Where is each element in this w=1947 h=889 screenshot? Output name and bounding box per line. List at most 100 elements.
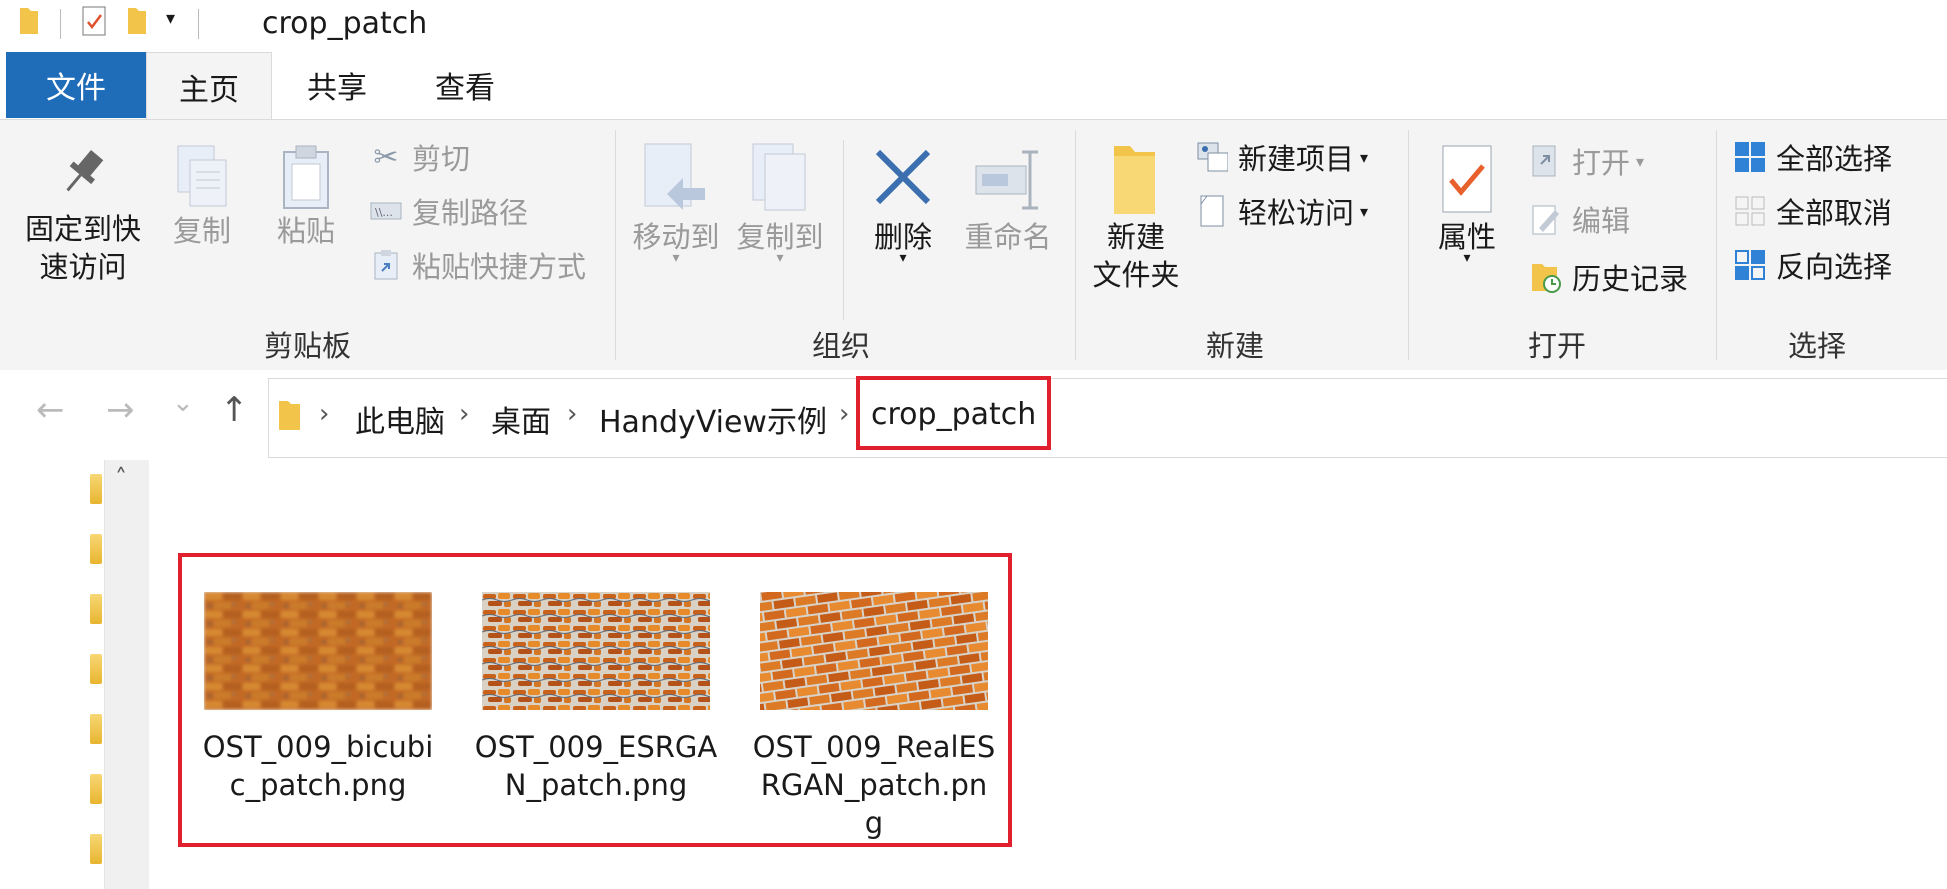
navigation-pane-scrollbar[interactable]: ˄ xyxy=(104,460,149,889)
rename-button[interactable]: 重命名 xyxy=(958,142,1058,256)
move-to-icon xyxy=(644,143,705,210)
paste-button[interactable]: 粘贴 xyxy=(264,142,348,250)
copy-label: 复制 xyxy=(172,214,231,248)
file-name: OST_009_ESRGAN_patch.png xyxy=(474,730,718,802)
group-separator xyxy=(1716,130,1717,360)
properties-button[interactable]: 属性 ▾ xyxy=(1424,142,1510,266)
image-thumbnail xyxy=(760,592,988,710)
clipboard-group-label: 剪贴板 xyxy=(264,329,352,363)
file-item-realesrgan[interactable]: OST_009_RealESRGAN_patch.png xyxy=(744,592,1004,842)
folder-icon[interactable] xyxy=(90,594,102,624)
pin-icon xyxy=(66,150,104,192)
chevron-right-icon: › xyxy=(459,399,470,429)
invert-selection-label: 反向选择 xyxy=(1776,250,1893,284)
new-item-icon xyxy=(1196,141,1228,173)
tab-view[interactable]: 查看 xyxy=(410,52,520,118)
separator xyxy=(843,140,844,320)
folder-icon[interactable] xyxy=(90,714,102,744)
select-all-button[interactable]: 全部选择 xyxy=(1734,136,1892,178)
select-none-label: 全部取消 xyxy=(1776,196,1893,230)
edit-icon xyxy=(1530,203,1562,235)
delete-button[interactable]: 删除 ▾ xyxy=(860,142,946,266)
delete-x-icon xyxy=(875,149,931,205)
edit-label: 编辑 xyxy=(1572,204,1631,238)
folder-icon[interactable] xyxy=(90,834,102,864)
cut-label: 剪切 xyxy=(412,142,471,176)
scroll-up-chevron-icon[interactable]: ˄ xyxy=(115,464,127,492)
history-icon xyxy=(1530,261,1562,293)
separator xyxy=(60,9,61,39)
title-bar: ▾ crop_patch xyxy=(0,0,1947,48)
paste-shortcut-button[interactable]: 粘贴快捷方式 xyxy=(370,244,586,286)
tab-home[interactable]: 主页 xyxy=(146,52,272,120)
pin-quick-access-button[interactable]: 固定到快 速访问 xyxy=(18,142,148,286)
folder-icon xyxy=(1114,146,1155,214)
open-button[interactable]: 打开 ▾ xyxy=(1530,140,1644,182)
navigation-bar: ← → ⌄ ↑ › 此电脑 › 桌面 › HandyView示例 › crop_… xyxy=(0,370,1947,460)
select-none-button[interactable]: 全部取消 xyxy=(1734,190,1892,232)
folder-icon[interactable] xyxy=(90,474,102,504)
chevron-right-icon: › xyxy=(567,399,578,429)
chevron-right-icon: › xyxy=(839,399,850,429)
dropdown-arrow-icon: ▾ xyxy=(1360,201,1369,221)
properties-quick-icon[interactable] xyxy=(82,6,106,36)
copy-path-button[interactable]: \\... 复制路径 xyxy=(370,190,528,232)
new-group-label: 新建 xyxy=(1206,329,1265,363)
highlight-box-breadcrumb xyxy=(856,376,1051,450)
tab-file[interactable]: 文件 xyxy=(6,52,146,118)
cut-button[interactable]: ✂ 剪切 xyxy=(370,136,470,178)
address-bar[interactable]: › 此电脑 › 桌面 › HandyView示例 › crop_patch xyxy=(268,378,1947,458)
image-thumbnail xyxy=(482,592,710,710)
invert-selection-button[interactable]: 反向选择 xyxy=(1734,244,1892,286)
open-icon xyxy=(1530,145,1562,177)
file-item-bicubic[interactable]: OST_009_bicubic_patch.png xyxy=(188,592,448,804)
open-group-label: 打开 xyxy=(1528,329,1587,363)
group-separator xyxy=(615,130,616,360)
dropdown-arrow-icon: ▾ xyxy=(1636,151,1645,171)
separator xyxy=(198,9,199,39)
customize-quick-access-icon[interactable]: ▾ xyxy=(166,8,175,29)
scissors-icon: ✂ xyxy=(373,139,399,175)
new-folder-button[interactable]: 新建 文件夹 xyxy=(1088,142,1184,294)
rename-icon xyxy=(975,150,1038,210)
dropdown-arrow-icon: ▾ xyxy=(1463,250,1471,266)
breadcrumb-desktop[interactable]: 桌面 xyxy=(491,397,551,441)
breadcrumb-this-pc[interactable]: 此电脑 xyxy=(355,397,445,441)
breadcrumb-handyview-examples[interactable]: HandyView示例 xyxy=(599,397,827,441)
back-arrow-icon[interactable]: ← xyxy=(36,390,65,430)
select-all-label: 全部选择 xyxy=(1776,142,1893,176)
folder-icon[interactable] xyxy=(90,654,102,684)
move-to-button[interactable]: 移动到 ▾ xyxy=(628,142,724,266)
copy-to-icon xyxy=(752,143,806,211)
new-folder-quick-icon[interactable] xyxy=(126,6,148,36)
easy-access-button[interactable]: 轻松访问 ▾ xyxy=(1196,190,1368,232)
recent-locations-chevron-icon[interactable]: ⌄ xyxy=(172,388,194,418)
chevron-right-icon: › xyxy=(319,399,330,429)
organize-group-label: 组织 xyxy=(812,329,871,363)
paste-icon xyxy=(283,145,329,209)
file-item-esrgan[interactable]: OST_009_ESRGAN_patch.png xyxy=(466,592,726,804)
rename-label: 重命名 xyxy=(964,220,1052,254)
group-separator xyxy=(1408,130,1409,360)
group-separator xyxy=(1075,130,1076,360)
copy-path-label: 复制路径 xyxy=(412,196,529,230)
copy-to-button[interactable]: 复制到 ▾ xyxy=(732,142,828,266)
history-label: 历史记录 xyxy=(1572,262,1689,296)
forward-arrow-icon[interactable]: → xyxy=(106,390,135,430)
copy-path-icon: \\... xyxy=(370,195,402,227)
paste-shortcut-icon xyxy=(370,249,402,281)
new-item-button[interactable]: 新建项目 ▾ xyxy=(1196,136,1368,178)
folder-icon[interactable] xyxy=(90,534,102,564)
open-label: 打开 xyxy=(1572,146,1631,180)
new-folder-label-line2: 文件夹 xyxy=(1092,258,1180,292)
copy-button[interactable]: 复制 xyxy=(160,142,244,250)
folder-icon[interactable] xyxy=(90,774,102,804)
select-all-icon xyxy=(1734,141,1766,173)
ribbon: 固定到快 速访问 复制 粘贴 ✂ 剪切 \\... 复制路径 粘贴快捷方式 剪贴… xyxy=(0,119,1947,371)
up-arrow-icon[interactable]: ↑ xyxy=(220,390,249,430)
history-button[interactable]: 历史记录 xyxy=(1530,256,1688,298)
pin-label-line1: 固定到快 xyxy=(24,212,141,246)
edit-button[interactable]: 编辑 xyxy=(1530,198,1630,240)
paste-shortcut-label: 粘贴快捷方式 xyxy=(412,250,587,284)
tab-share[interactable]: 共享 xyxy=(282,52,392,118)
